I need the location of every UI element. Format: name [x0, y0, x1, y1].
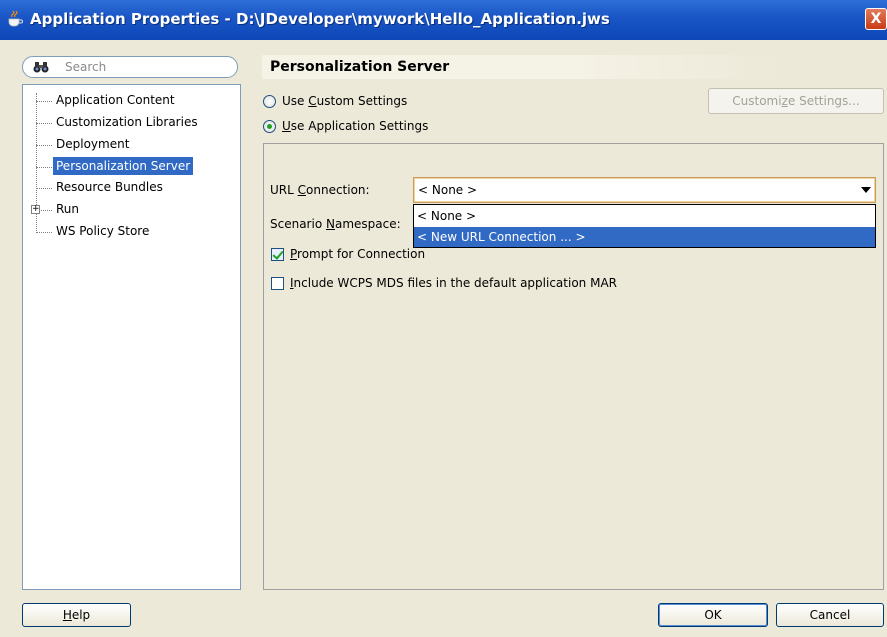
checkbox-label: Include WCPS MDS files in the default ap… — [290, 276, 617, 290]
tree-connector — [41, 210, 52, 211]
tree-connector — [36, 232, 52, 233]
customize-settings-button[interactable]: Customize Settings... — [708, 88, 884, 114]
binoculars-icon — [33, 62, 49, 73]
tree-connector — [36, 188, 52, 189]
expand-plus-icon[interactable]: + — [31, 205, 40, 214]
scenario-namespace-label: Scenario Namespace: — [270, 217, 401, 231]
include-wcps-mds-checkbox[interactable]: Include WCPS MDS files in the default ap… — [271, 274, 617, 292]
close-button[interactable]: X — [865, 8, 887, 30]
ok-button[interactable]: OK — [658, 603, 768, 627]
checkbox[interactable] — [271, 247, 284, 261]
tree-item-run[interactable]: Run — [53, 200, 82, 218]
radio-button[interactable] — [263, 94, 276, 108]
search-field[interactable]: Search — [22, 56, 238, 78]
tree-connector — [36, 167, 52, 168]
checkbox[interactable] — [271, 276, 284, 290]
chevron-down-icon[interactable] — [861, 187, 871, 193]
cancel-button[interactable]: Cancel — [776, 603, 884, 627]
tree-item-ws-policy-store[interactable]: WS Policy Store — [53, 222, 152, 240]
coffee-cup-icon — [8, 10, 23, 27]
close-icon: X — [870, 11, 882, 27]
radio-use-application-settings[interactable]: Use Application Settings — [263, 117, 428, 135]
search-placeholder: Search — [65, 60, 107, 74]
window-title: Application Properties - D:\JDeveloper\m… — [30, 10, 610, 28]
tree-connector — [36, 145, 52, 146]
tree-connector — [36, 123, 52, 124]
radio-label: Use Application Settings — [282, 119, 429, 133]
dropdown-option-none[interactable]: < None > — [414, 206, 875, 226]
help-button[interactable]: Help — [22, 603, 131, 627]
tree-item-customization-libraries[interactable]: Customization Libraries — [53, 113, 201, 131]
tree-item-deployment[interactable]: Deployment — [53, 135, 132, 153]
title-bar[interactable]: Application Properties - D:\JDeveloper\m… — [0, 0, 887, 40]
prompt-for-connection-checkbox[interactable]: Prompt for Connection — [271, 245, 425, 263]
checkbox-label: Prompt for Connection — [290, 247, 426, 261]
application-properties-dialog: Application Properties - D:\JDeveloper\m… — [0, 0, 887, 637]
radio-label: Use Custom Settings — [282, 94, 408, 108]
combo-value: < None > — [418, 183, 478, 197]
radio-button[interactable] — [263, 119, 276, 133]
url-connection-combobox[interactable]: < None > — [413, 177, 876, 203]
tree-item-personalization-server[interactable]: Personalization Server — [53, 157, 194, 175]
dropdown-option-new-url-connection[interactable]: < New URL Connection ... > — [414, 227, 875, 247]
url-connection-label: URL Connection: — [270, 183, 370, 197]
url-connection-dropdown-list[interactable]: < None > < New URL Connection ... > — [413, 204, 876, 248]
category-tree[interactable]: + Application Content Customization Libr… — [22, 84, 241, 590]
page-title: Personalization Server — [270, 59, 450, 75]
tree-connector — [36, 101, 52, 102]
radio-use-custom-settings[interactable]: Use Custom Settings — [263, 92, 407, 110]
tree-item-resource-bundles[interactable]: Resource Bundles — [53, 178, 166, 196]
tree-item-application-content[interactable]: Application Content — [53, 91, 178, 109]
